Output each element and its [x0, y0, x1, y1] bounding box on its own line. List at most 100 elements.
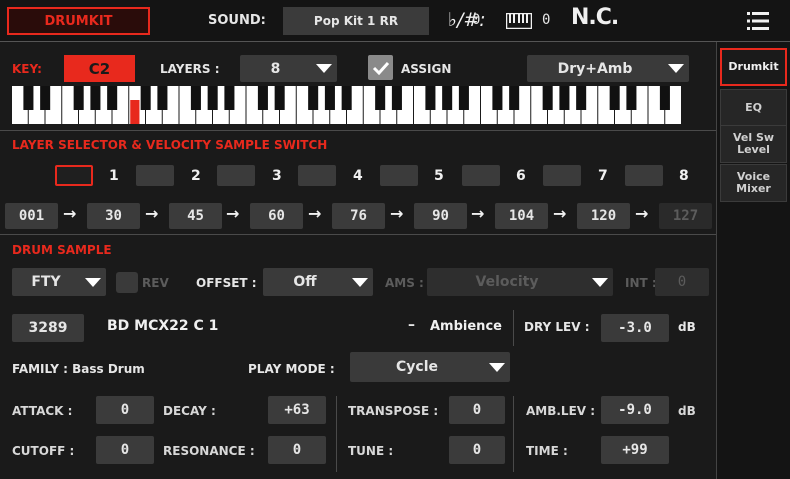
- time-value[interactable]: +99: [601, 436, 669, 464]
- play-mode-dropdown[interactable]: Cycle: [350, 352, 510, 382]
- tab-vel-sw-level[interactable]: Vel Sw Level: [720, 125, 787, 163]
- black-key[interactable]: [40, 86, 51, 110]
- layer-number-6: 6: [516, 168, 526, 184]
- family-label: FAMILY : Bass Drum: [12, 362, 145, 376]
- bank-value: FTY: [31, 274, 61, 290]
- black-key[interactable]: [190, 86, 201, 110]
- layer-number-5: 5: [434, 168, 444, 184]
- black-key[interactable]: [458, 86, 469, 110]
- keyboard-key-selector[interactable]: [12, 86, 682, 124]
- layers-value: 8: [270, 60, 281, 77]
- tab-voice-mixer[interactable]: Voice Mixer: [720, 164, 787, 202]
- black-key[interactable]: [90, 86, 101, 110]
- black-key[interactable]: [324, 86, 335, 110]
- layer-button-8[interactable]: [625, 165, 663, 186]
- arrow-right-icon: →: [390, 204, 404, 223]
- divider: [513, 396, 514, 472]
- black-key[interactable]: [425, 86, 436, 110]
- attack-value[interactable]: 0: [96, 396, 154, 424]
- arrow-right-icon: →: [145, 204, 159, 223]
- black-key[interactable]: [308, 86, 319, 110]
- resonance-value[interactable]: 0: [268, 436, 326, 464]
- bank-dropdown[interactable]: FTY: [12, 268, 106, 296]
- keyboard-value: 0: [542, 12, 551, 28]
- tab-eq-label: EQ: [745, 101, 762, 114]
- divider: [0, 130, 716, 131]
- black-key[interactable]: [391, 86, 402, 110]
- layers-dropdown[interactable]: 8: [240, 55, 337, 82]
- layer-button-2[interactable]: [136, 165, 174, 186]
- black-key[interactable]: [509, 86, 520, 110]
- layer-button-3[interactable]: [217, 165, 255, 186]
- layer-button-5[interactable]: [380, 165, 418, 186]
- sample-name[interactable]: BD MCX22 C 1: [107, 318, 218, 334]
- int-value[interactable]: 0: [655, 268, 709, 296]
- black-key[interactable]: [341, 86, 352, 110]
- black-key[interactable]: [274, 86, 285, 110]
- decay-value[interactable]: +63: [268, 396, 326, 424]
- sound-select[interactable]: Pop Kit 1 RR: [283, 7, 429, 35]
- velocity-value-4[interactable]: 60: [250, 203, 303, 229]
- arrow-right-icon: →: [226, 204, 240, 223]
- key-select[interactable]: C2: [64, 55, 135, 82]
- layer-number-3: 3: [272, 168, 282, 184]
- black-key[interactable]: [375, 86, 386, 110]
- black-key[interactable]: [157, 86, 168, 110]
- tab-eq[interactable]: EQ: [720, 89, 787, 127]
- layer-button-4[interactable]: [298, 165, 336, 186]
- black-key[interactable]: [73, 86, 84, 110]
- ambience-name[interactable]: Ambience: [430, 319, 502, 334]
- dry-lev-value[interactable]: -3.0: [601, 314, 669, 342]
- layers-label: LAYERS :: [160, 62, 220, 76]
- velocity-value-9: 127: [659, 203, 712, 229]
- black-key[interactable]: [492, 86, 503, 110]
- flat-sharp-value: 0: [472, 12, 481, 28]
- velocity-value-2[interactable]: 30: [87, 203, 140, 229]
- resonance-label: RESONANCE :: [163, 444, 255, 458]
- sample-number[interactable]: 3289: [12, 314, 84, 342]
- amb-lev-value[interactable]: -9.0: [601, 396, 669, 424]
- attack-label: ATTACK :: [12, 404, 73, 418]
- rev-label: REV: [142, 276, 169, 290]
- offset-dropdown[interactable]: Off: [263, 268, 373, 296]
- layer-selector-title: LAYER SELECTOR & VELOCITY SAMPLE SWITCH: [12, 138, 328, 152]
- tab-drumkit[interactable]: Drumkit: [720, 48, 787, 86]
- black-key[interactable]: [23, 86, 34, 110]
- layer-button-7[interactable]: [543, 165, 581, 186]
- menu-icon[interactable]: [747, 11, 769, 31]
- black-key[interactable]: [609, 86, 620, 110]
- black-key[interactable]: [659, 86, 670, 110]
- velocity-value-8[interactable]: 120: [577, 203, 630, 229]
- velocity-value-3[interactable]: 45: [169, 203, 222, 229]
- black-key[interactable]: [224, 86, 235, 110]
- black-key[interactable]: [626, 86, 637, 110]
- black-key[interactable]: [576, 86, 587, 110]
- offset-value: Off: [293, 274, 317, 290]
- black-key[interactable]: [257, 86, 268, 110]
- cutoff-value[interactable]: 0: [96, 436, 154, 464]
- drumkit-mode-button[interactable]: DRUMKIT: [7, 7, 150, 35]
- black-key[interactable]: [542, 86, 553, 110]
- dry-lev-label: DRY LEV :: [524, 320, 590, 334]
- arrow-right-icon: →: [553, 204, 567, 223]
- key-label: KEY:: [12, 62, 42, 76]
- black-key[interactable]: [559, 86, 570, 110]
- transpose-value[interactable]: 0: [449, 396, 505, 424]
- layer-button-1[interactable]: [55, 165, 93, 186]
- black-key[interactable]: [107, 86, 118, 110]
- velocity-value-5[interactable]: 76: [332, 203, 385, 229]
- black-key[interactable]: [207, 86, 218, 110]
- velocity-value-1[interactable]: 001: [5, 203, 58, 229]
- dry-amb-dropdown[interactable]: Dry+Amb: [527, 55, 689, 82]
- black-key[interactable]: [140, 86, 151, 110]
- ams-dropdown[interactable]: Velocity: [427, 268, 613, 296]
- assign-checkbox[interactable]: [368, 55, 393, 80]
- rev-checkbox[interactable]: [116, 272, 138, 293]
- layer-button-6[interactable]: [462, 165, 500, 186]
- velocity-value-6[interactable]: 90: [414, 203, 467, 229]
- black-key[interactable]: [442, 86, 453, 110]
- tune-value[interactable]: 0: [449, 436, 505, 464]
- ambience-dash: –: [408, 317, 415, 333]
- velocity-value-7[interactable]: 104: [495, 203, 548, 229]
- chevron-down-icon: [347, 271, 373, 293]
